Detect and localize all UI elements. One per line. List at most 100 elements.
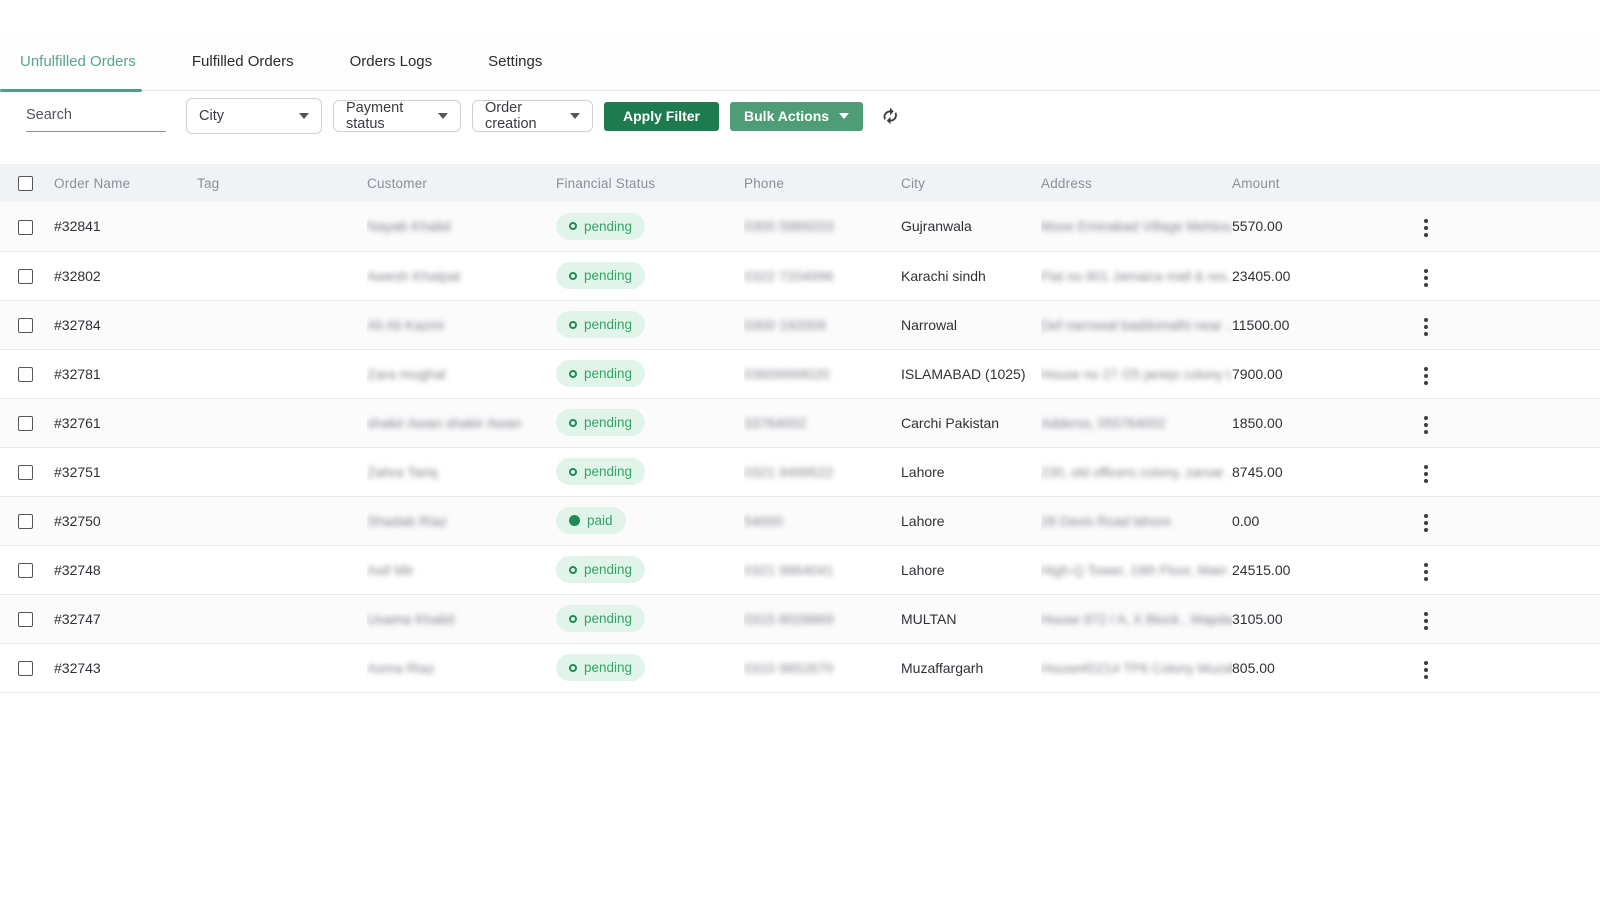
row-checkbox[interactable] [18,514,33,529]
address-cell: 28 Davis Road lahore [1041,496,1232,545]
chevron-down-icon [570,113,580,119]
status-label: pending [584,268,632,283]
kebab-menu-icon[interactable] [1418,313,1434,341]
financial-status-cell: pending [556,643,744,692]
row-checkbox[interactable] [18,269,33,284]
bulk-actions-button[interactable]: Bulk Actions [730,102,863,131]
row-checkbox[interactable] [18,661,33,676]
order-name-cell: #32841 [54,202,197,251]
table-row: #32750 Shadab Riaz paid 54000 Lahore 28 … [0,496,1600,545]
status-badge: pending [556,360,645,387]
amount-cell: 23405.00 [1232,251,1393,300]
phone-cell: 0321 9864041 [744,545,901,594]
tab-settings[interactable]: Settings [488,53,542,70]
kebab-menu-icon[interactable] [1418,558,1434,586]
row-checkbox[interactable] [18,612,33,627]
phone-cell: 54000 [744,496,901,545]
phone-cell: 33764002 [744,398,901,447]
column-header-phone: Phone [744,164,901,202]
customer-cell: shakir Awan shakir Awan [367,398,556,447]
row-checkbox[interactable] [18,367,33,382]
top-spacer [0,0,1600,32]
city-dropdown-label: City [199,108,224,124]
phone-cell: 0310 9852670 [744,643,901,692]
amount-cell: 5570.00 [1232,202,1393,251]
filter-bar: City Payment status Order creation Apply… [0,91,1600,141]
order-creation-dropdown[interactable]: Order creation [472,100,593,132]
customer-cell: Zahra Tariq [367,447,556,496]
kebab-menu-icon[interactable] [1418,214,1434,242]
order-name-cell: #32743 [54,643,197,692]
table-row: #32743 Asma Riaz pending 0310 9852670 Mu… [0,643,1600,692]
city-cell: Narrowal [901,300,1041,349]
column-header-financial-status: Financial Status [556,164,744,202]
address-cell: Move Eminabad Village Mehtoo... [1041,202,1232,251]
status-badge: pending [556,409,645,436]
status-label: pending [584,415,632,430]
status-badge: pending [556,213,645,240]
status-label: pending [584,562,632,577]
city-cell: Lahore [901,545,1041,594]
kebab-menu-icon[interactable] [1418,411,1434,439]
row-checkbox[interactable] [18,465,33,480]
kebab-menu-icon[interactable] [1418,656,1434,684]
tab-fulfilled-orders[interactable]: Fulfilled Orders [192,53,294,70]
kebab-menu-icon[interactable] [1418,509,1434,537]
order-name-cell: #32748 [54,545,197,594]
status-label: paid [587,513,613,528]
amount-cell: 0.00 [1232,496,1393,545]
tag-cell [197,496,367,545]
table-row: #32748 Asif Mir pending 0321 9864041 Lah… [0,545,1600,594]
financial-status-cell: pending [556,594,744,643]
kebab-menu-icon[interactable] [1418,460,1434,488]
tab-unfulfilled-orders[interactable]: Unfulfilled Orders [20,53,136,70]
status-dot-icon [569,515,580,526]
status-badge: pending [556,556,645,583]
search-input[interactable] [26,101,166,131]
table-row: #32784 Ali Ali Kazmi pending 0300 192009… [0,300,1600,349]
status-label: pending [584,317,632,332]
address-cell: House 972 / A, X Block , Wapda... [1041,594,1232,643]
column-header-address: Address [1041,164,1232,202]
tab-orders-logs[interactable]: Orders Logs [350,53,433,70]
tag-cell [197,349,367,398]
refresh-icon[interactable] [878,104,902,128]
status-dot-icon [569,419,577,427]
row-checkbox[interactable] [18,318,33,333]
address-cell: 230, old officers colony, zaroar ... [1041,447,1232,496]
amount-cell: 7900.00 [1232,349,1393,398]
city-cell: Karachi sindh [901,251,1041,300]
apply-filter-button[interactable]: Apply Filter [604,102,719,131]
tag-cell [197,447,367,496]
phone-cell: 0300 192009 [744,300,901,349]
city-cell: Carchi Pakistan [901,398,1041,447]
table-row: #32747 Usama Khalid pending 0315 8028869… [0,594,1600,643]
city-dropdown[interactable]: City [186,98,322,134]
kebab-menu-icon[interactable] [1418,607,1434,635]
column-header-amount: Amount [1232,164,1393,202]
status-label: pending [584,464,632,479]
financial-status-cell: pending [556,349,744,398]
row-checkbox[interactable] [18,563,33,578]
orders-table: Order Name Tag Customer Financial Status… [0,164,1600,693]
city-cell: Gujranwala [901,202,1041,251]
order-name-cell: #32781 [54,349,197,398]
status-badge: pending [556,458,645,485]
address-cell: House#D214 TP6 Colony Muzaff... [1041,643,1232,692]
table-row: #32841 Nayab Khalid pending 0300 5989203… [0,202,1600,251]
tag-cell [197,545,367,594]
row-checkbox[interactable] [18,416,33,431]
tag-cell [197,594,367,643]
table-header-row: Order Name Tag Customer Financial Status… [0,164,1600,202]
row-checkbox[interactable] [18,220,33,235]
chevron-down-icon [438,113,448,119]
kebab-menu-icon[interactable] [1418,362,1434,390]
select-all-checkbox[interactable] [18,176,33,191]
payment-status-dropdown[interactable]: Payment status [333,100,461,132]
phone-cell: 0300 5989203 [744,202,901,251]
kebab-menu-icon[interactable] [1418,264,1434,292]
customer-cell: Asif Mir [367,545,556,594]
financial-status-cell: pending [556,398,744,447]
tag-cell [197,202,367,251]
amount-cell: 24515.00 [1232,545,1393,594]
